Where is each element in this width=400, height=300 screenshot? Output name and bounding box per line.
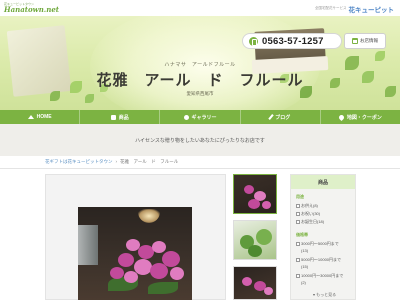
main-nav: HOME 商品 ギャラリー ブログ 地図・クーポン <box>0 110 400 124</box>
photo-orchid <box>152 241 166 253</box>
gallery-thumbnail[interactable] <box>233 266 277 300</box>
thumb-orchid <box>248 199 260 209</box>
gallery-thumbnail[interactable] <box>233 220 277 260</box>
top-bar: 花キューピットタウン Hanatown.net 全国宅配花サービス 花キューピッ… <box>0 0 400 16</box>
thumb-plant <box>248 245 262 257</box>
nav-item-products[interactable]: 商品 <box>80 110 161 124</box>
calendar-icon <box>352 38 358 44</box>
breadcrumb-link-home[interactable]: 花ギフトは花キューピットタウン <box>45 159 113 165</box>
site-logo[interactable]: 花キューピットタウン Hanatown.net <box>4 2 66 14</box>
sidebar-item-label: お祝い(30) <box>301 211 321 216</box>
sidebar-more-link[interactable]: ▾ もっと見る <box>313 292 336 298</box>
checkbox[interactable] <box>296 274 300 278</box>
phone-number: 0563-57-1257 <box>262 35 324 47</box>
nav-item-label: ブログ <box>275 114 291 121</box>
partner-logo-name: 花キューピット <box>348 6 395 14</box>
sidebar-item-use[interactable]: お祝い(30) <box>296 211 320 217</box>
breadcrumb-current: 花雅 アール ド フルール <box>120 159 179 164</box>
partner-logo[interactable]: 全国宅配花サービス 花キューピット <box>315 4 395 14</box>
sidebar-title: 商品 <box>291 175 355 189</box>
nav-item-blog[interactable]: ブログ <box>241 110 321 124</box>
sidebar-item-label: 5000円〜10000円まで <box>301 257 342 262</box>
checkbox[interactable] <box>296 258 300 262</box>
tagline-band: ハイセンスな贈り物をしたいあなたにぴったりなお店です <box>0 124 400 156</box>
divider <box>0 168 400 169</box>
breadcrumb: 花ギフトは花キューピットタウン › 花雅 アール ド フルール <box>45 159 178 165</box>
checkbox[interactable] <box>296 242 300 246</box>
thumb-orchid <box>244 185 254 194</box>
nav-item-gallery[interactable]: ギャラリー <box>160 110 241 124</box>
product-sidebar: 商品 用途 お供え(8) お祝い(30) お誕生日(18) 価格帯 3000円〜… <box>290 174 356 300</box>
shop-info-button[interactable]: お店情報 <box>344 33 386 49</box>
sidebar-item-use[interactable]: お供え(8) <box>296 203 318 209</box>
sidebar-item-label: 3000円〜5000円まで <box>301 241 339 246</box>
thumb-orchid <box>242 277 252 286</box>
camera-icon <box>183 114 189 120</box>
sidebar-item-count: (2) <box>301 280 306 285</box>
sidebar-item-count-label: (13) <box>301 248 309 253</box>
partner-logo-sub: 全国宅配花サービス <box>315 6 347 10</box>
sidebar-item-price[interactable]: 3000円〜5000円まで <box>296 241 339 247</box>
nav-item-label: ギャラリー <box>191 114 217 121</box>
phone-icon <box>249 36 258 46</box>
photo-orchid <box>124 271 138 283</box>
photo-window <box>78 225 98 265</box>
thumb-orchid <box>264 287 273 295</box>
shop-tagline: ハイセンスな贈り物をしたいあなたにぴったりなお店です <box>135 138 265 144</box>
breadcrumb-separator: › <box>115 159 118 164</box>
pen-icon <box>268 114 274 120</box>
shop-info-label: お店情報 <box>360 38 378 43</box>
photo-chandelier <box>138 209 160 223</box>
main-photo[interactable] <box>78 207 192 300</box>
nav-item-label: 地図・クーポン <box>346 114 382 121</box>
thumb-orchid <box>262 201 271 209</box>
sidebar-more-label: もっと見る <box>316 292 337 297</box>
sidebar-item-count: (13) <box>301 248 308 253</box>
thumb-plant <box>256 229 272 245</box>
sidebar-item-price[interactable]: 10000円〜30000円まで <box>296 273 343 279</box>
sidebar-item-label: お供え(8) <box>301 203 318 208</box>
home-icon <box>27 115 34 119</box>
sidebar-item-count-label: (2) <box>301 280 306 285</box>
shop-area: 愛知県西尾市 <box>186 91 214 96</box>
sidebar-item-use[interactable]: お誕生日(18) <box>296 219 324 225</box>
sidebar-heading-use: 用途 <box>296 194 304 199</box>
checkbox[interactable] <box>296 212 300 216</box>
site-logo-text: Hanatown.net <box>4 5 60 14</box>
sidebar-item-label: 10000円〜30000円まで <box>301 273 344 278</box>
nav-item-map-coupon[interactable]: 地図・クーポン <box>321 110 400 124</box>
leaf-decor <box>375 51 385 61</box>
sidebar-item-count-label: (15) <box>301 264 309 269</box>
bag-icon <box>110 114 116 120</box>
checkbox[interactable] <box>296 204 300 208</box>
phone-button[interactable]: 0563-57-1257 <box>242 33 342 49</box>
checkbox[interactable] <box>296 220 300 224</box>
photo-orchid <box>110 267 124 279</box>
shop-name: 花雅 アール ド フルール <box>96 71 304 89</box>
sidebar-heading-price: 価格帯 <box>296 232 308 237</box>
photo-orchid <box>118 253 134 267</box>
sidebar-item-price[interactable]: 5000円〜10000円まで <box>296 257 341 263</box>
photo-orchid <box>150 263 168 279</box>
sidebar-item-count: (15) <box>301 264 308 269</box>
nav-item-home[interactable]: HOME <box>0 110 81 124</box>
sidebar-item-label: お誕生日(18) <box>301 219 325 224</box>
shop-name-kana: ハナマサ アールドフルール <box>164 62 236 68</box>
photo-orchid <box>170 267 184 280</box>
nav-item-label: 商品 <box>118 114 129 121</box>
photo-leaf <box>148 282 178 294</box>
nav-item-label: HOME <box>36 114 52 120</box>
hero-banner: 0563-57-1257 お店情報 ハナマサ アールドフルール 花雅 アール ド… <box>0 16 400 110</box>
gallery-thumbnail[interactable] <box>233 174 277 214</box>
map-pin-icon <box>337 113 345 121</box>
